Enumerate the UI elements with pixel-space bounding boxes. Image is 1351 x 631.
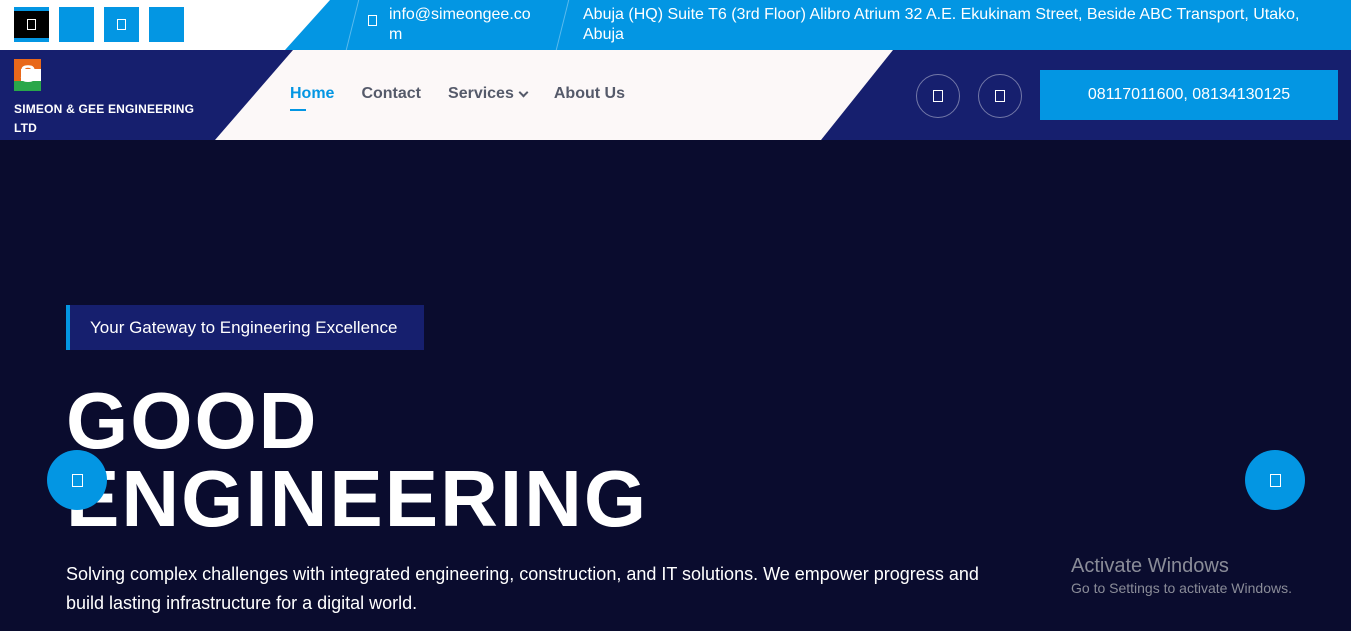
nav-about-us[interactable]: About Us [554, 85, 625, 103]
social-link-4[interactable] [149, 7, 184, 42]
square-glyph-icon [27, 19, 36, 30]
envelope-icon [368, 15, 377, 26]
watermark-subtitle: Go to Settings to activate Windows. [1071, 580, 1292, 596]
nav-contact[interactable]: Contact [361, 85, 421, 103]
phone-button[interactable]: 08117011600, 08134130125 [1040, 70, 1338, 120]
social-link-3[interactable] [104, 7, 139, 42]
watermark-title: Activate Windows [1071, 555, 1229, 577]
email-link[interactable]: info@simeongee.com [368, 5, 543, 45]
activate-windows-watermark: Activate Windows Go to Settings to activ… [1071, 554, 1292, 598]
main-nav: Home Contact Services About Us [290, 85, 625, 111]
email-text: info@simeongee.com [389, 6, 531, 43]
headline-line-1: GOOD [66, 376, 319, 465]
header-icon-button-2[interactable] [978, 74, 1022, 118]
hero-tagline: Your Gateway to Engineering Excellence [66, 305, 424, 350]
hero-headline: GOOD ENGINEERING [66, 381, 648, 539]
square-glyph-icon [995, 90, 1005, 102]
logo[interactable]: S [14, 59, 41, 91]
next-slide-button[interactable] [1245, 450, 1305, 510]
site-header: S SIMEON & GEE ENGINEERING LTD Home Cont… [0, 50, 1351, 140]
top-bar: g: info@simeongee.com Abuja (HQ) Suite T… [0, 0, 1351, 50]
hero-section: Your Gateway to Engineering Excellence G… [0, 140, 1351, 631]
header-icon-button-1[interactable] [916, 74, 960, 118]
social-link-2[interactable] [59, 7, 94, 42]
logo-letter: S [20, 61, 37, 88]
social-link-1[interactable] [14, 7, 49, 42]
hero-description: Solving complex challenges with integrat… [66, 564, 979, 613]
nav-home[interactable]: Home [290, 85, 334, 111]
nav-services-label: Services [448, 85, 514, 102]
square-glyph-icon [933, 90, 943, 102]
prev-slide-button[interactable] [47, 450, 107, 510]
square-glyph-icon [1269, 473, 1281, 487]
nav-services[interactable]: Services [448, 85, 529, 103]
truncated-label: g: [294, 4, 309, 21]
chevron-down-icon [518, 87, 529, 97]
headline-line-2: ENGINEERING [66, 454, 649, 543]
brand-name: SIMEON & GEE ENGINEERING LTD [14, 102, 195, 135]
square-glyph-icon [117, 19, 126, 30]
square-glyph-icon [71, 473, 83, 487]
address-text: Abuja (HQ) Suite T6 (3rd Floor) Alibro A… [583, 6, 1300, 43]
